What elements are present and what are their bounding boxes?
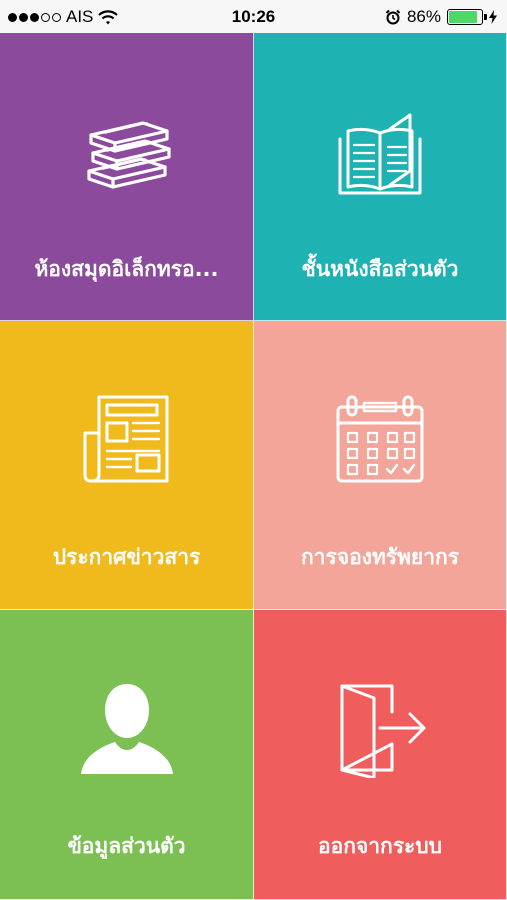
open-book-icon [338, 113, 422, 195]
tile-personal-info-label: ข้อมูลส่วนตัว [67, 834, 186, 858]
newspaper-icon [83, 395, 168, 483]
tile-announcements-label: ประกาศข่าวสาร [52, 545, 201, 569]
status-right: 86% [385, 7, 497, 27]
user-profile-icon [80, 684, 173, 774]
tile-resource-booking[interactable]: การจองทรัพยากร [254, 321, 507, 610]
alarm-icon [385, 9, 401, 25]
logout-door-icon [340, 684, 426, 778]
tile-resource-booking-label: การจองทรัพยากร [300, 545, 459, 569]
calendar-icon [336, 395, 424, 483]
status-bar: AIS 10:26 86% [0, 0, 507, 33]
books-stack-icon [86, 121, 171, 189]
tile-e-library-label: ห้องสมุดอิเล็กทรอ... [34, 257, 219, 281]
tile-logout-label: ออกจากระบบ [318, 834, 442, 858]
tile-personal-bookshelf-label: ชั้นหนังสือส่วนตัว [301, 257, 459, 281]
battery-fill [449, 11, 477, 23]
battery-icon [447, 9, 487, 25]
tile-announcements[interactable]: ประกาศข่าวสาร [0, 321, 254, 610]
tile-e-library[interactable]: ห้องสมุดอิเล็กทรอ... [0, 33, 254, 321]
tile-personal-bookshelf[interactable]: ชั้นหนังสือส่วนตัว [254, 33, 507, 321]
charging-bolt-icon [489, 10, 497, 24]
menu-grid: ห้องสมุดอิเล็กทรอ... ชั้นหนังสือส่วนตัว … [0, 33, 507, 900]
tile-personal-info[interactable]: ข้อมูลส่วนตัว [0, 610, 254, 900]
battery-percent: 86% [406, 7, 441, 26]
tile-logout[interactable]: ออกจากระบบ [254, 610, 507, 900]
